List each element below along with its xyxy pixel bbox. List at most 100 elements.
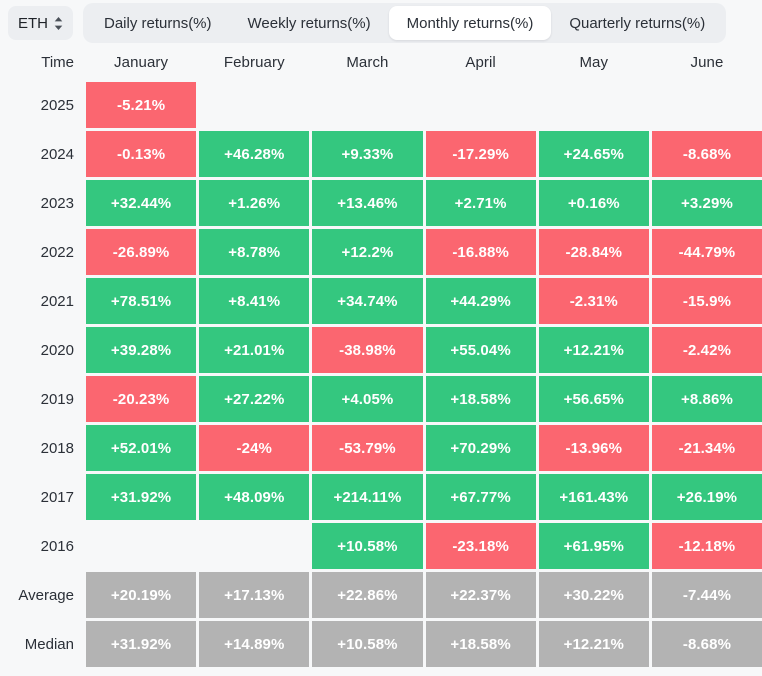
return-cell[interactable]: +18.58% (426, 376, 536, 422)
row-label-2020: 2020 (0, 327, 86, 373)
return-cell[interactable]: -20.23% (86, 376, 196, 422)
return-cell[interactable]: +52.01% (86, 425, 196, 471)
return-cell[interactable]: +214.11% (312, 474, 422, 520)
return-cell[interactable]: -8.68% (652, 621, 762, 667)
return-cell[interactable]: +1.26% (199, 180, 309, 226)
column-header-april: April (426, 46, 536, 78)
return-cell-empty (199, 523, 309, 569)
return-cell[interactable]: +18.58% (426, 621, 536, 667)
return-cell[interactable]: +10.58% (312, 523, 422, 569)
return-cell[interactable]: +8.78% (199, 229, 309, 275)
table-row: Average+20.19%+17.13%+22.86%+22.37%+30.2… (0, 572, 762, 618)
return-cell[interactable]: +70.29% (426, 425, 536, 471)
row-cells: +52.01%-24%-53.79%+70.29%-13.96%-21.34% (86, 425, 762, 471)
monthly-returns-heatmap-table: TimeJanuaryFebruaryMarchAprilMayJune 2025… (0, 46, 762, 667)
return-cell[interactable]: -5.21% (86, 82, 196, 128)
row-label-2025: 2025 (0, 82, 86, 128)
table-row: 2024-0.13%+46.28%+9.33%-17.29%+24.65%-8.… (0, 131, 762, 177)
row-cells: +78.51%+8.41%+34.74%+44.29%-2.31%-15.9% (86, 278, 762, 324)
return-cell[interactable]: +0.16% (539, 180, 649, 226)
return-cell[interactable]: +2.71% (426, 180, 536, 226)
tab-quarterly-returns[interactable]: Quarterly returns(%) (551, 6, 723, 40)
row-label-2024: 2024 (0, 131, 86, 177)
return-cell[interactable]: +30.22% (539, 572, 649, 618)
return-cell-empty (652, 82, 762, 128)
return-cell[interactable]: -53.79% (312, 425, 422, 471)
tab-weekly-returns[interactable]: Weekly returns(%) (230, 6, 389, 40)
column-header-june: June (652, 46, 762, 78)
return-cell[interactable]: -2.31% (539, 278, 649, 324)
column-header-march: March (312, 46, 422, 78)
table-row: 2020+39.28%+21.01%-38.98%+55.04%+12.21%-… (0, 327, 762, 373)
return-cell[interactable]: +44.29% (426, 278, 536, 324)
row-cells: -5.21% (86, 82, 762, 128)
return-cell[interactable]: -24% (199, 425, 309, 471)
return-cell[interactable]: -21.34% (652, 425, 762, 471)
return-cell[interactable]: +12.2% (312, 229, 422, 275)
return-cell[interactable]: +48.09% (199, 474, 309, 520)
return-cell[interactable]: +20.19% (86, 572, 196, 618)
return-cell[interactable]: -7.44% (652, 572, 762, 618)
return-cell[interactable]: -13.96% (539, 425, 649, 471)
row-label-2017: 2017 (0, 474, 86, 520)
return-cell[interactable]: -28.84% (539, 229, 649, 275)
table-row: 2016+10.58%-23.18%+61.95%-12.18% (0, 523, 762, 569)
chevron-up-down-icon (54, 17, 63, 30)
return-cell[interactable]: +12.21% (539, 327, 649, 373)
return-cell[interactable]: -38.98% (312, 327, 422, 373)
return-cell[interactable]: +46.28% (199, 131, 309, 177)
return-cell[interactable]: +34.74% (312, 278, 422, 324)
row-label-2022: 2022 (0, 229, 86, 275)
table-row: 2025-5.21% (0, 82, 762, 128)
return-cell[interactable]: +32.44% (86, 180, 196, 226)
table-row: 2021+78.51%+8.41%+34.74%+44.29%-2.31%-15… (0, 278, 762, 324)
return-cell[interactable]: +8.41% (199, 278, 309, 324)
return-cell[interactable]: +26.19% (652, 474, 762, 520)
return-cell[interactable]: +9.33% (312, 131, 422, 177)
return-cell[interactable]: +61.95% (539, 523, 649, 569)
return-cell[interactable]: +12.21% (539, 621, 649, 667)
return-cell[interactable]: +10.58% (312, 621, 422, 667)
return-cell[interactable]: -8.68% (652, 131, 762, 177)
return-cell[interactable]: -44.79% (652, 229, 762, 275)
return-cell[interactable]: +13.46% (312, 180, 422, 226)
return-cell[interactable]: +31.92% (86, 621, 196, 667)
return-cell[interactable]: +8.86% (652, 376, 762, 422)
row-label-2016: 2016 (0, 523, 86, 569)
return-cell[interactable]: +55.04% (426, 327, 536, 373)
return-cell[interactable]: -12.18% (652, 523, 762, 569)
return-cell[interactable]: -2.42% (652, 327, 762, 373)
returns-period-tabs: Daily returns(%) Weekly returns(%) Month… (83, 3, 726, 43)
return-cell[interactable]: +4.05% (312, 376, 422, 422)
return-cell[interactable]: -23.18% (426, 523, 536, 569)
row-cells: +10.58%-23.18%+61.95%-12.18% (86, 523, 762, 569)
return-cell[interactable]: -17.29% (426, 131, 536, 177)
return-cell[interactable]: -15.9% (652, 278, 762, 324)
return-cell[interactable]: -16.88% (426, 229, 536, 275)
return-cell[interactable]: +31.92% (86, 474, 196, 520)
return-cell[interactable]: +27.22% (199, 376, 309, 422)
row-label-2021: 2021 (0, 278, 86, 324)
row-cells: -26.89%+8.78%+12.2%-16.88%-28.84%-44.79% (86, 229, 762, 275)
row-label-2018: 2018 (0, 425, 86, 471)
tab-monthly-returns[interactable]: Monthly returns(%) (389, 6, 552, 40)
return-cell[interactable]: +17.13% (199, 572, 309, 618)
return-cell[interactable]: +3.29% (652, 180, 762, 226)
return-cell[interactable]: +39.28% (86, 327, 196, 373)
return-cell[interactable]: +56.65% (539, 376, 649, 422)
tab-daily-returns[interactable]: Daily returns(%) (86, 6, 230, 40)
table-header-row: TimeJanuaryFebruaryMarchAprilMayJune (0, 46, 762, 78)
return-cell[interactable]: -0.13% (86, 131, 196, 177)
table-row: 2022-26.89%+8.78%+12.2%-16.88%-28.84%-44… (0, 229, 762, 275)
return-cell[interactable]: +24.65% (539, 131, 649, 177)
return-cell[interactable]: +67.77% (426, 474, 536, 520)
return-cell[interactable]: +21.01% (199, 327, 309, 373)
return-cell[interactable]: +22.86% (312, 572, 422, 618)
return-cell[interactable]: +14.89% (199, 621, 309, 667)
return-cell[interactable]: +161.43% (539, 474, 649, 520)
return-cell[interactable]: +22.37% (426, 572, 536, 618)
return-cell[interactable]: -26.89% (86, 229, 196, 275)
return-cell[interactable]: +78.51% (86, 278, 196, 324)
return-cell-empty (312, 82, 422, 128)
asset-selector[interactable]: ETH (8, 6, 73, 40)
